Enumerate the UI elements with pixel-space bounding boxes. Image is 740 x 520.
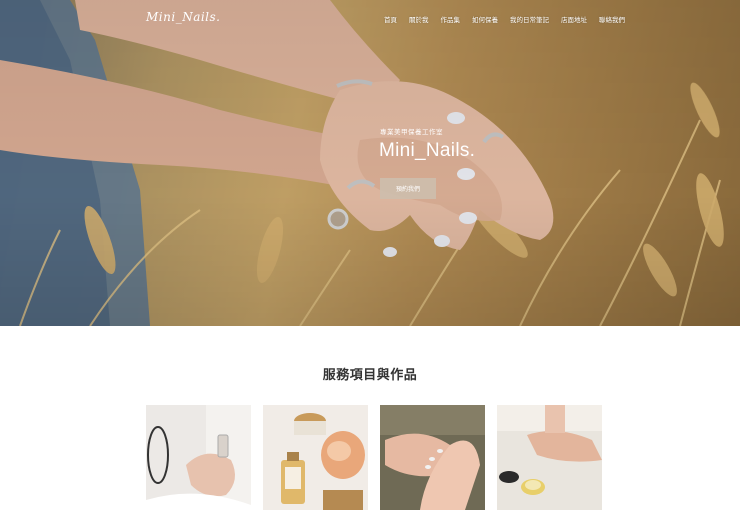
services-gallery [146,405,602,510]
hero-banner [0,0,740,326]
nav-item-portfolio[interactable]: 作品集 [441,14,461,24]
nav-item-about[interactable]: 關於我 [409,14,429,24]
gallery-tile-handcream[interactable] [497,405,602,510]
hero-title: Mini_Nails. [379,140,476,161]
photo-perfume-hands-icon [146,405,251,510]
nav-item-contact[interactable]: 聯絡我們 [599,14,625,24]
nav-item-notes[interactable]: 我的日常筆記 [510,14,549,24]
photo-cosmetics-products-icon [263,405,368,510]
nav-item-address[interactable]: 店面地址 [561,14,587,24]
services-heading: 服務項目與作品 [322,368,418,383]
nav-item-care[interactable]: 如何保養 [472,14,498,24]
hero-subtitle: 專業美甲保養工作室 [380,128,443,136]
gallery-tile-cosmetics[interactable] [263,405,368,510]
book-appointment-button[interactable]: 預約我們 [380,178,436,199]
nav-item-home[interactable]: 首頁 [384,14,397,24]
photo-hand-cream-icon [497,405,602,510]
gallery-tile-perfume[interactable] [146,405,251,510]
brand-logo[interactable]: Mini_Nails. [146,10,221,24]
photo-manicure-hands-icon [380,405,485,510]
main-nav: 首頁 關於我 作品集 如何保養 我的日常筆記 店面地址 聯絡我們 [384,14,637,24]
gallery-tile-manicure[interactable] [380,405,485,510]
